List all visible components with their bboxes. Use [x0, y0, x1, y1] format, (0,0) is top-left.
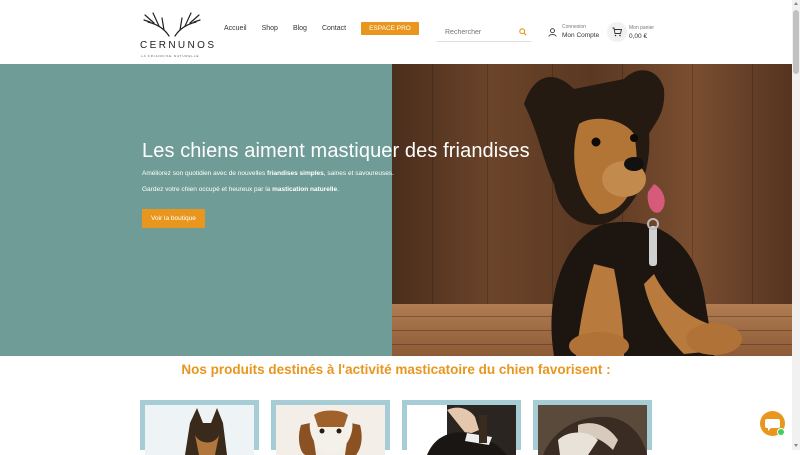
- nav-accueil[interactable]: Accueil: [224, 25, 247, 32]
- main-nav: Accueil Shop Blog Contact ESPACE PRO: [224, 22, 434, 35]
- beagle-photo: [276, 405, 385, 455]
- logo[interactable]: CERNUNOS LA FRIANDISE NATURELLE: [140, 8, 214, 58]
- account-label: Mon Compte: [562, 32, 600, 39]
- search-input[interactable]: [443, 28, 517, 37]
- site-header: CERNUNOS LA FRIANDISE NATURELLE Accueil …: [0, 0, 792, 64]
- hero-dog-photo: [392, 64, 792, 356]
- nav-blog[interactable]: Blog: [293, 25, 307, 32]
- page-scrollbar[interactable]: [792, 0, 800, 450]
- dog-chewing-photo: [407, 405, 516, 455]
- nav-contact[interactable]: Contact: [322, 25, 346, 32]
- cart-icon: [612, 27, 622, 37]
- hero-banner: Les chiens aiment mastiquer des friandis…: [0, 64, 792, 356]
- products-section-title: Nos produits destinés à l'activité masti…: [181, 362, 611, 377]
- cart-top-label: Mon panier: [629, 25, 655, 31]
- online-status-dot: [777, 428, 785, 436]
- logo-tagline: LA FRIANDISE NATURELLE: [141, 54, 200, 58]
- puppy-illustration: [524, 70, 742, 356]
- antlers-icon: [143, 12, 201, 37]
- scrollbar-thumb[interactable]: [793, 10, 799, 74]
- cart-button[interactable]: [607, 22, 627, 42]
- german-shepherd-photo: [145, 405, 254, 455]
- hero-paragraph-1: Améliorez son quotidien avec de nouvelle…: [142, 170, 394, 177]
- cart-amount: 0,00 €: [629, 33, 648, 40]
- scroll-down-icon[interactable]: [794, 444, 798, 447]
- scroll-up-icon[interactable]: [794, 2, 798, 5]
- logo-name: CERNUNOS: [140, 40, 217, 51]
- product-card[interactable]: [533, 400, 652, 455]
- product-card[interactable]: [140, 400, 259, 455]
- hero-paragraph-2: Gardez votre chien occupé et heureux par…: [142, 186, 339, 193]
- search-box: [437, 24, 531, 42]
- espace-pro-button[interactable]: ESPACE PRO: [361, 22, 419, 35]
- user-icon: [548, 28, 557, 37]
- search-icon[interactable]: [519, 28, 527, 36]
- account-top-label: Connexion: [562, 24, 586, 30]
- hero-title: Les chiens aiment mastiquer des friandis…: [142, 140, 530, 162]
- product-card[interactable]: [271, 400, 390, 455]
- nav-shop[interactable]: Shop: [262, 25, 278, 32]
- dog-bone-photo: [538, 405, 647, 455]
- chat-button[interactable]: [760, 411, 785, 436]
- shop-cta-button[interactable]: Voir la boutique: [142, 209, 205, 228]
- product-card[interactable]: [402, 400, 521, 455]
